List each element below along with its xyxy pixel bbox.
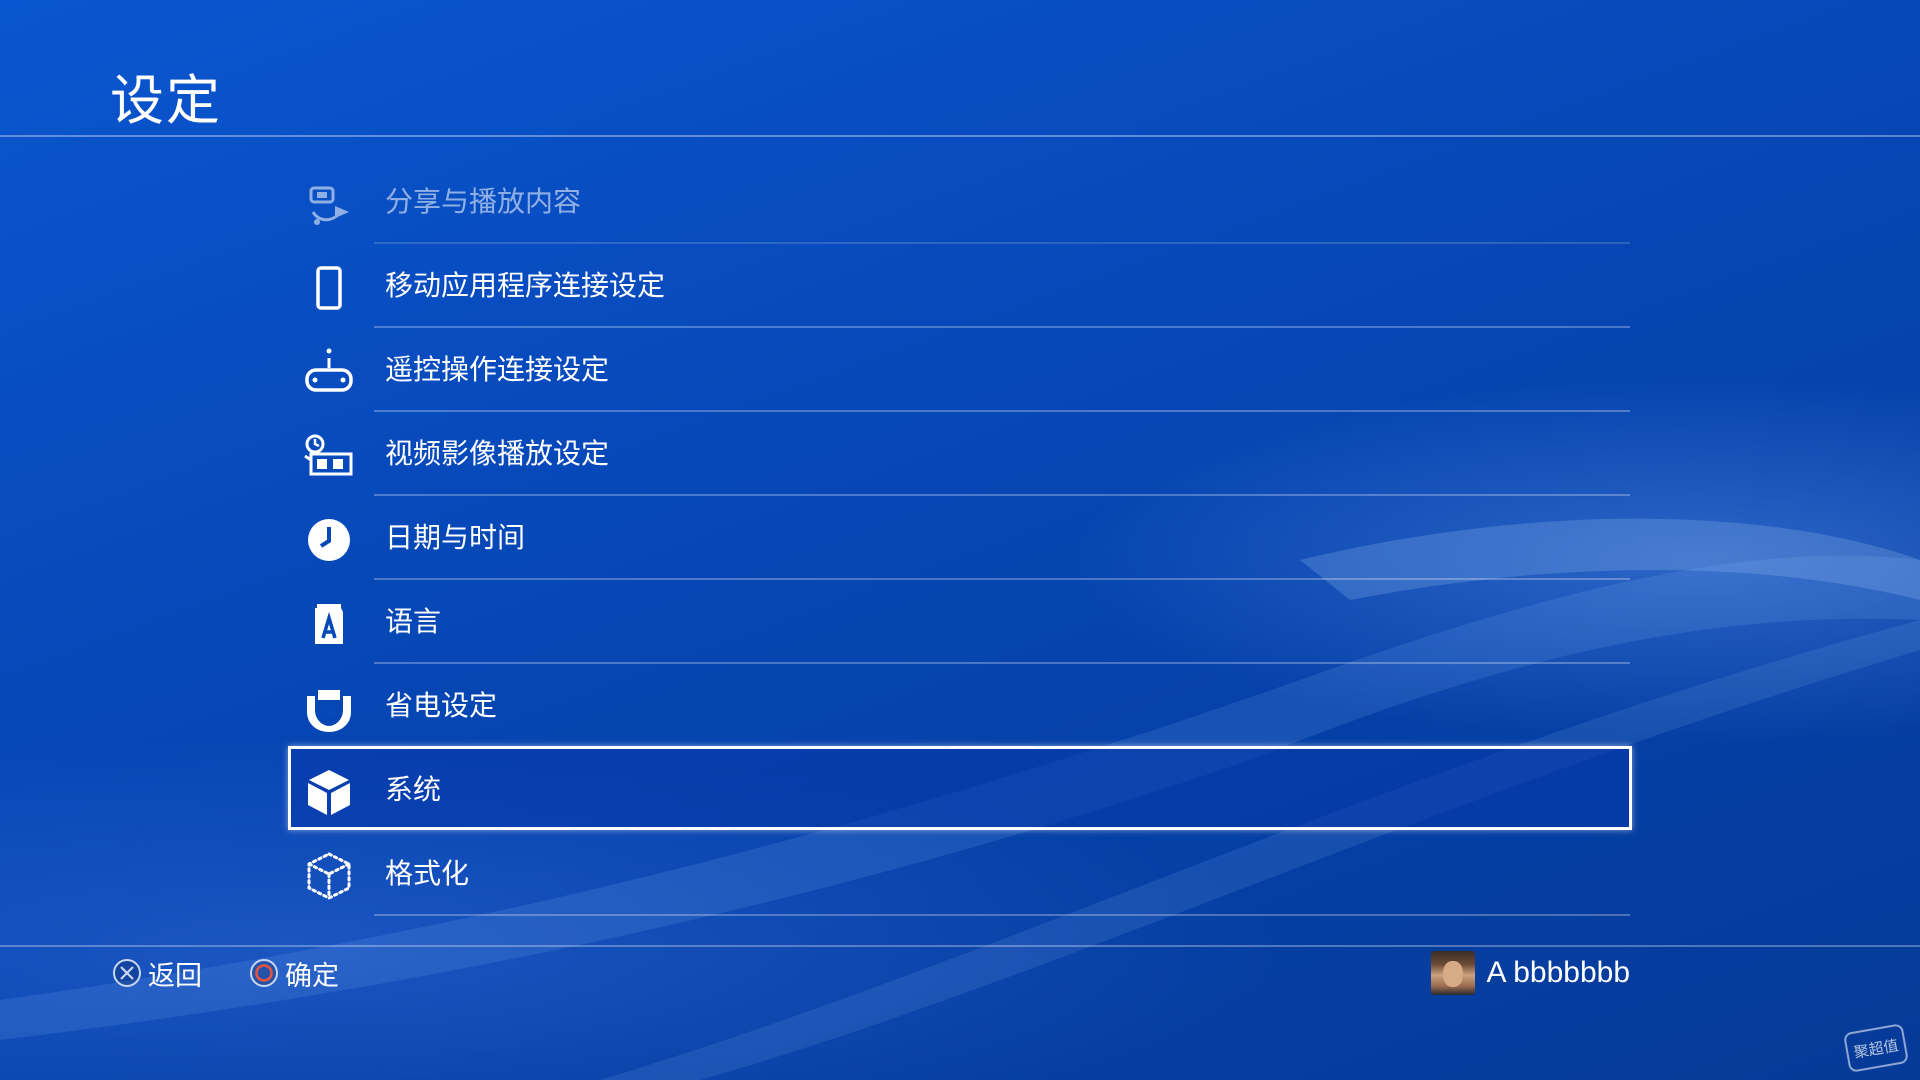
menu-item-label: 格式化 — [385, 857, 470, 890]
menu-item-system[interactable]: 系统 — [288, 746, 1632, 832]
menu-divider — [374, 914, 1630, 916]
avatar — [1430, 951, 1475, 995]
menu-item-share-play[interactable]: 分享与播放内容 — [288, 160, 1632, 244]
page-title: 设定 — [110, 69, 222, 132]
confirm-hint[interactable]: 确定 — [249, 953, 339, 993]
menu-item-label: 视频影像播放设定 — [385, 437, 610, 470]
menu-item-format[interactable]: 格式化 — [288, 832, 1632, 916]
footer-divider — [0, 945, 1920, 947]
menu-item-power-save[interactable]: 省电设定 — [288, 664, 1632, 748]
share-play-icon — [303, 178, 355, 230]
settings-menu: 分享与播放内容 移动应用程序连接设定 遥控操作连接设定 视频影像播放设定 日期与… — [288, 160, 1632, 916]
header-divider — [0, 135, 1920, 137]
watermark-stamp: 聚超值 — [1842, 1023, 1910, 1073]
back-label: 返回 — [148, 960, 202, 992]
menu-item-label: 语言 — [385, 605, 442, 638]
user-name: A bbbbbbb — [1486, 956, 1630, 989]
clock-icon — [303, 514, 355, 566]
menu-item-mobile-app[interactable]: 移动应用程序连接设定 — [288, 244, 1632, 328]
menu-item-video-playback[interactable]: 视频影像播放设定 — [288, 412, 1632, 496]
power-save-icon — [303, 682, 355, 734]
back-hint[interactable]: 返回 — [112, 953, 202, 993]
user-profile[interactable]: A bbbbbbb — [1430, 950, 1630, 996]
remote-play-icon — [303, 346, 355, 398]
format-dotted-cube-icon — [303, 850, 355, 902]
menu-item-remote-play[interactable]: 遥控操作连接设定 — [288, 328, 1632, 412]
menu-item-label: 日期与时间 — [385, 521, 526, 554]
system-cube-icon — [303, 766, 355, 818]
menu-item-language[interactable]: 语言 — [288, 580, 1632, 664]
selection-highlight — [288, 746, 1632, 830]
language-icon — [303, 598, 355, 650]
menu-item-label: 遥控操作连接设定 — [385, 353, 610, 386]
menu-item-label: 移动应用程序连接设定 — [385, 269, 666, 302]
cross-button-icon — [113, 959, 141, 987]
video-playback-icon — [303, 430, 355, 482]
menu-item-label: 省电设定 — [385, 689, 498, 722]
menu-item-date-time[interactable]: 日期与时间 — [288, 496, 1632, 580]
circle-button-icon — [250, 959, 278, 987]
confirm-label: 确定 — [285, 960, 339, 992]
menu-item-label: 分享与播放内容 — [385, 185, 582, 218]
menu-item-label: 系统 — [385, 773, 442, 806]
mobile-phone-icon — [303, 262, 355, 314]
